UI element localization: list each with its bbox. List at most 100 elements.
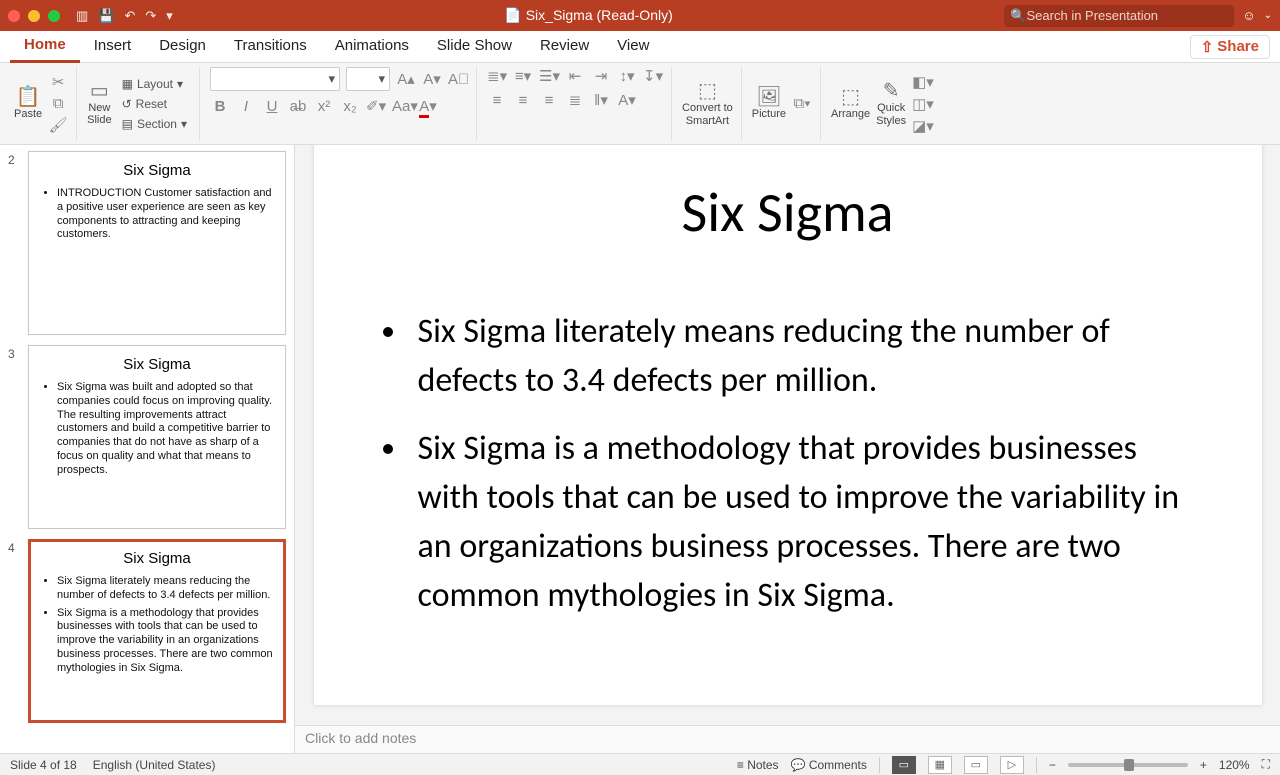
text-direction-icon[interactable]: ↧▾ xyxy=(643,67,663,85)
cut-icon[interactable]: ✂ xyxy=(48,73,68,91)
highlight-icon[interactable]: ✐▾ xyxy=(366,97,386,115)
section-button[interactable]: ▤Section ▾ xyxy=(118,115,191,133)
gallery-icon[interactable]: ▥ xyxy=(76,8,88,24)
font-size-dropdown[interactable]: ▾ xyxy=(346,67,390,91)
user-icon[interactable]: ☺ xyxy=(1242,8,1255,23)
close-window-button[interactable] xyxy=(8,10,20,22)
align-center-icon[interactable]: ≡ xyxy=(513,92,533,109)
shape-outline-icon[interactable]: ◫▾ xyxy=(912,95,932,113)
bullets-icon[interactable]: ≣▾ xyxy=(487,67,507,85)
thumb-number: 3 xyxy=(8,345,22,529)
zoom-out-button[interactable]: − xyxy=(1049,758,1056,772)
increase-indent-icon[interactable]: ⇥ xyxy=(591,67,611,85)
fullscreen-window-button[interactable] xyxy=(48,10,60,22)
picture-button[interactable]: 🖼 Picture xyxy=(752,87,786,120)
thumb-number: 2 xyxy=(8,151,22,335)
list-level-icon[interactable]: ☰▾ xyxy=(539,67,559,85)
thumb-bullet: Six Sigma literately means reducing the … xyxy=(57,575,273,603)
thumb-title: Six Sigma xyxy=(41,550,273,567)
zoom-level[interactable]: 120% xyxy=(1219,758,1250,772)
shape-effects-icon[interactable]: ◪▾ xyxy=(912,117,932,135)
decrease-indent-icon[interactable]: ⇤ xyxy=(565,67,585,85)
change-case-icon[interactable]: Aa▾ xyxy=(392,97,412,115)
slide-canvas-area: Six Sigma Six Sigma literately means red… xyxy=(295,145,1280,725)
font-color-icon[interactable]: A▾ xyxy=(418,97,438,115)
tab-slide-show[interactable]: Slide Show xyxy=(423,31,526,63)
share-icon: ⇧ xyxy=(1201,38,1214,56)
slide-body[interactable]: Six Sigma literately means reducing the … xyxy=(374,307,1202,621)
ribbon: 📋 Paste ✂ ⧉ 🖌 ▭ New Slide ▦Layout ▾ ↺Res… xyxy=(0,63,1280,145)
decrease-font-icon[interactable]: A▾ xyxy=(422,70,442,88)
numbering-icon[interactable]: ≡▾ xyxy=(513,67,533,85)
tab-view[interactable]: View xyxy=(603,31,663,63)
screenshot-icon[interactable]: ⧉▾ xyxy=(792,95,812,112)
tab-animations[interactable]: Animations xyxy=(321,31,423,63)
strikethrough-icon[interactable]: a̶b xyxy=(288,98,308,115)
tab-transitions[interactable]: Transitions xyxy=(220,31,321,63)
slide-bullet[interactable]: Six Sigma is a methodology that provides… xyxy=(410,424,1202,621)
save-icon[interactable]: 💾 xyxy=(98,8,114,24)
sorter-view-button[interactable]: ▦ xyxy=(928,756,952,774)
columns-icon[interactable]: ‖▾ xyxy=(591,91,611,109)
slide-thumbnail[interactable]: Six Sigma Six Sigma literately means red… xyxy=(28,539,286,723)
smartart-icon: ⬚ xyxy=(698,81,717,101)
increase-font-icon[interactable]: A▴ xyxy=(396,70,416,88)
align-text-icon[interactable]: A▾ xyxy=(617,91,637,109)
italic-icon[interactable]: I xyxy=(236,98,256,115)
clear-format-icon[interactable]: A⃠ xyxy=(448,71,468,88)
format-painter-icon[interactable]: 🖌 xyxy=(48,116,68,134)
notes-pane[interactable]: Click to add notes xyxy=(295,725,1280,753)
minimize-window-button[interactable] xyxy=(28,10,40,22)
search-input[interactable] xyxy=(1027,8,1229,23)
tab-home[interactable]: Home xyxy=(10,31,80,63)
layout-button[interactable]: ▦Layout ▾ xyxy=(118,75,191,93)
thumb-title: Six Sigma xyxy=(41,356,273,373)
search-box[interactable]: 🔍 xyxy=(1004,5,1234,27)
notes-toggle[interactable]: ≡ Notes xyxy=(737,758,779,772)
slide-canvas[interactable]: Six Sigma Six Sigma literately means red… xyxy=(314,145,1262,705)
thumb-bullet: INTRODUCTION Customer satisfaction and a… xyxy=(57,187,273,242)
undo-icon[interactable]: ↶ xyxy=(124,8,135,24)
line-spacing-icon[interactable]: ↕▾ xyxy=(617,67,637,85)
normal-view-button[interactable]: ▭ xyxy=(892,756,916,774)
convert-smartart-button[interactable]: ⬚ Convert to SmartArt xyxy=(682,81,733,127)
reset-button[interactable]: ↺Reset xyxy=(118,95,191,113)
quick-styles-button[interactable]: ✎ Quick Styles xyxy=(876,81,906,127)
tab-insert[interactable]: Insert xyxy=(80,31,146,63)
comments-toggle[interactable]: 💬 Comments xyxy=(791,758,867,772)
tab-design[interactable]: Design xyxy=(145,31,220,63)
shape-fill-icon[interactable]: ◧▾ xyxy=(912,73,932,91)
slide-thumbnail[interactable]: Six Sigma INTRODUCTION Customer satisfac… xyxy=(28,151,286,335)
slide-thumbnail[interactable]: Six Sigma Six Sigma was built and adopte… xyxy=(28,345,286,529)
tab-review[interactable]: Review xyxy=(526,31,603,63)
share-button[interactable]: ⇧ Share xyxy=(1190,35,1270,59)
zoom-slider[interactable] xyxy=(1068,763,1188,767)
paste-button[interactable]: 📋 Paste xyxy=(14,87,42,120)
reset-icon: ↺ xyxy=(122,97,132,111)
layout-icon: ▦ xyxy=(122,77,133,91)
underline-icon[interactable]: U xyxy=(262,98,282,115)
font-family-dropdown[interactable]: ▾ xyxy=(210,67,340,91)
slide-thumbnail-panel: 2 Six Sigma INTRODUCTION Customer satisf… xyxy=(0,145,295,753)
arrange-icon: ⬚ xyxy=(841,87,860,107)
copy-icon[interactable]: ⧉ xyxy=(48,95,68,112)
language-indicator[interactable]: English (United States) xyxy=(93,758,216,772)
slide-title[interactable]: Six Sigma xyxy=(374,179,1202,247)
reading-view-button[interactable]: ▭ xyxy=(964,756,988,774)
arrange-button[interactable]: ⬚ Arrange xyxy=(831,87,870,120)
qat-more-icon[interactable]: ▾ xyxy=(166,8,173,24)
bold-icon[interactable]: B xyxy=(210,98,230,115)
zoom-in-button[interactable]: + xyxy=(1200,758,1207,772)
slideshow-view-button[interactable]: ▷ xyxy=(1000,756,1024,774)
titlebar: ▥ 💾 ↶ ↷ ▾ 📄 Six_Sigma (Read-Only) 🔍 ☺ ⌄ xyxy=(0,0,1280,31)
justify-icon[interactable]: ≣ xyxy=(565,91,585,109)
new-slide-button[interactable]: ▭ New Slide xyxy=(87,81,111,126)
subscript-icon[interactable]: x₂ xyxy=(340,98,360,115)
superscript-icon[interactable]: x² xyxy=(314,98,334,115)
align-left-icon[interactable]: ≡ xyxy=(487,92,507,109)
user-menu-chevron-icon[interactable]: ⌄ xyxy=(1264,10,1272,21)
align-right-icon[interactable]: ≡ xyxy=(539,92,559,109)
redo-icon[interactable]: ↷ xyxy=(145,8,156,24)
fit-to-window-button[interactable]: ⛶ xyxy=(1262,757,1270,772)
slide-bullet[interactable]: Six Sigma literately means reducing the … xyxy=(410,307,1202,406)
